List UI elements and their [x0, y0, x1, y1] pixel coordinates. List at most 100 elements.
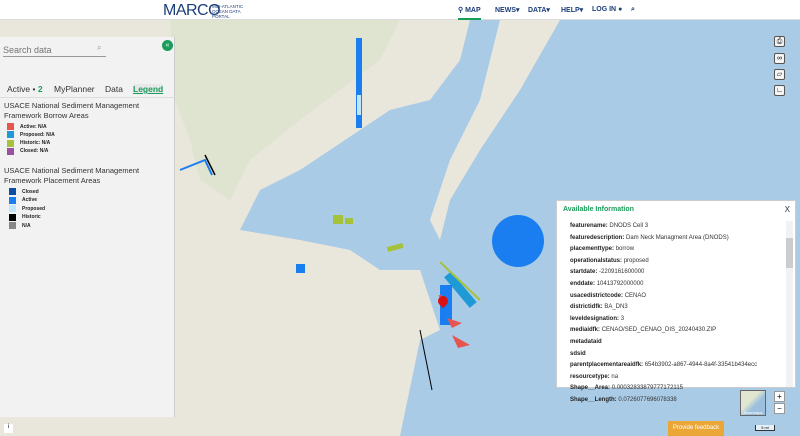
legend-item-label: Closed: N/A [20, 148, 49, 155]
info-key: metadataid [570, 339, 602, 345]
scale-bar: 5 mi [755, 425, 775, 431]
popup-title: Available Information [563, 206, 634, 213]
top-navbar: MARCO MID-ATLANTIC OCEAN DATA PORTAL ⚲ M… [0, 0, 800, 20]
info-value: 10413792000000 [596, 281, 644, 287]
search-icon[interactable]: ⌕ [631, 6, 635, 14]
info-row: metadataid [570, 339, 602, 345]
side-panel: ⌕ « Active • 2 MyPlanner Data Legend USA… [0, 37, 175, 417]
info-key: usacedistrictcode: [570, 292, 624, 299]
legend-item: Active [9, 196, 38, 204]
info-row: placementtype: borrow [570, 246, 634, 252]
info-row: Shape__Area: 0.00032833879777172115 [570, 385, 683, 391]
legend-swatch [7, 123, 14, 130]
legend-item-label: Historic [22, 214, 41, 221]
user-icon: ● [616, 6, 623, 13]
info-value: 3 [620, 315, 625, 322]
info-row: enddate: 10413792000000 [570, 281, 643, 287]
zoom-out-button[interactable]: − [774, 403, 785, 414]
legend-item-label: N/A [22, 222, 31, 229]
legend-group-title: USACE National Sediment Management Frame… [4, 101, 140, 120]
info-value: Dam Neck Managment Area (DNODS) [626, 234, 729, 241]
info-key: resourcetype: [570, 373, 610, 380]
info-key: placementtype: [570, 246, 615, 253]
legend-swatch [9, 196, 16, 204]
info-row: usacedistrictcode: CENAO [570, 293, 646, 299]
legend-item-label: Active: N/A [20, 123, 47, 130]
info-row: districtidfk: BA_DN3 [570, 304, 628, 310]
legend-swatch [7, 147, 14, 155]
info-value: BA_DN3 [604, 304, 628, 311]
nav-login[interactable]: LOG IN ● [592, 6, 622, 13]
info-row: mediaidfk: CENAO/SED_CENAO_DIS_20240430.… [570, 327, 716, 333]
legend-item-label: Proposed: N/A [20, 131, 55, 138]
legend-item-label: Proposed [22, 205, 46, 212]
zoom-in-button[interactable]: + [774, 391, 785, 402]
info-key: leveldesignation: [570, 315, 620, 322]
nav-help[interactable]: HELP▾ [561, 6, 583, 14]
search-icon[interactable]: ⌕ [97, 43, 101, 53]
legend-item-label: Active [22, 197, 38, 204]
search-input[interactable] [3, 43, 106, 57]
panel-tabs: Active • 2 MyPlanner Data Legend [0, 80, 175, 98]
info-key: featuredescription: [570, 234, 625, 241]
link-icon[interactable]: ∞ [774, 53, 785, 64]
info-value: 0.0726077696078338 [618, 397, 677, 403]
info-key: operationalstatus: [570, 257, 623, 264]
legend-item: Closed: N/A [7, 147, 49, 155]
info-row: Shape__Length: 0.0726077696078338 [570, 397, 677, 403]
info-value: borrow [615, 246, 635, 253]
basemap-button[interactable]: Basemaps [740, 390, 766, 416]
collapse-panel-button[interactable]: « [162, 40, 173, 51]
info-row: operationalstatus: proposed [570, 258, 649, 264]
info-value: proposed [623, 257, 649, 264]
info-row: resourcetype: na [570, 374, 618, 380]
info-row: featurename: DNODS Cell 3 [570, 223, 648, 229]
tab-myplanner[interactable]: MyPlanner [54, 84, 95, 94]
print-icon[interactable]: ⎙ [774, 36, 785, 47]
info-value: DNODS Cell 3 [609, 223, 649, 229]
popup-scrollbar-thumb[interactable] [786, 238, 793, 268]
info-value: 0.00032833879777172115 [611, 385, 683, 392]
info-key: sdsid [570, 350, 586, 357]
tab-data[interactable]: Data [105, 84, 123, 94]
legend-item: Historic [9, 213, 41, 221]
info-key: parentplacementareaidfk: [570, 362, 644, 369]
tab-legend[interactable]: Legend [133, 84, 164, 94]
legend-item: Closed [9, 188, 39, 196]
info-row: featuredescription: Dam Neck Managment A… [570, 235, 729, 241]
legend-item-label: Closed [22, 188, 39, 195]
info-value: na [611, 373, 619, 380]
legend-swatch [9, 188, 16, 196]
info-value: CENAO/SED_CENAO_DIS_20240430.ZIP [601, 327, 717, 334]
info-key: Shape__Length: [570, 397, 617, 403]
nav-map[interactable]: ⚲ MAP [458, 6, 481, 20]
legend-swatch [9, 222, 16, 230]
legend-swatch [9, 213, 16, 221]
tab-active[interactable]: Active • 2 [7, 84, 43, 94]
info-key: Shape__Area: [570, 385, 611, 392]
nav-news[interactable]: NEWS▾ [495, 6, 520, 14]
info-popup: Available Information X featurename: DNO… [556, 200, 796, 403]
ruler-icon[interactable]: ∟ [774, 85, 785, 96]
nav-data[interactable]: DATA▾ [528, 6, 550, 14]
legend-item: Active: N/A [7, 123, 47, 130]
legend-item: Historic: N/A [7, 139, 50, 147]
close-icon[interactable]: X [785, 205, 790, 214]
legend-swatch [9, 205, 16, 213]
legend-group-title: USACE National Sediment Management Frame… [4, 166, 140, 186]
info-row: leveldesignation: 3 [570, 316, 624, 322]
info-value: CENAO [624, 292, 647, 299]
info-key: startdate: [570, 269, 598, 276]
legend-item: Proposed: N/A [7, 131, 55, 139]
info-row: sdsid [570, 351, 586, 357]
info-value: 654b3902-a867-4944-8a4f-33541b434ecc [644, 362, 758, 369]
info-value: -2209161600000 [599, 269, 645, 276]
info-key: enddate: [570, 281, 596, 287]
info-icon[interactable]: i [4, 424, 13, 433]
measure-icon[interactable]: ▱ [774, 69, 785, 80]
info-key: districtidfk: [570, 304, 603, 311]
info-key: mediaidfk: [570, 327, 601, 334]
provide-feedback-button[interactable]: Provide feedback [668, 421, 724, 436]
legend-swatch [7, 131, 14, 139]
legend-swatch [7, 139, 14, 147]
